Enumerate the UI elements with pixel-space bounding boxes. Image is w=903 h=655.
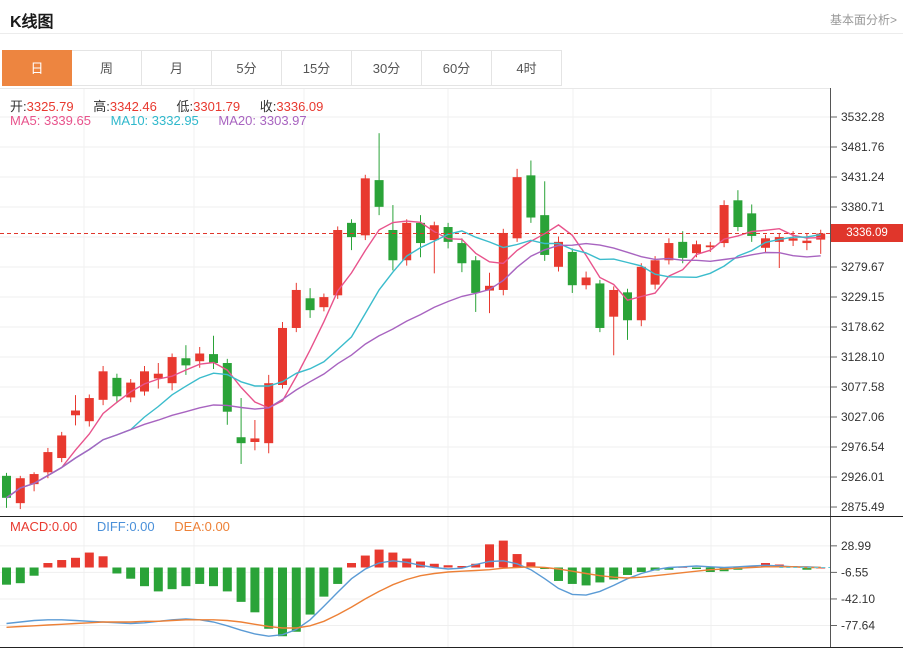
page-title: K线图 <box>10 14 54 31</box>
chart-canvas[interactable]: 3532.28 3481.76 3431.24 3380.71 3279.67 3229.… <box>0 88 903 650</box>
svg-text:3481.76: 3481.76 <box>841 140 885 154</box>
svg-text:-6.55: -6.55 <box>841 565 869 579</box>
tab-30min[interactable]: 30分 <box>352 50 422 86</box>
svg-text:3077.58: 3077.58 <box>841 380 885 394</box>
svg-text:3431.24: 3431.24 <box>841 170 885 184</box>
tab-day[interactable]: 日 <box>2 50 72 86</box>
svg-text:2976.54: 2976.54 <box>841 440 885 454</box>
current-price-tag: 3336.09 <box>831 224 903 242</box>
svg-text:3380.71: 3380.71 <box>841 200 885 214</box>
period-tabs: 日 周 月 5分 15分 30分 60分 4时 <box>2 50 562 86</box>
svg-text:3027.06: 3027.06 <box>841 410 885 424</box>
tab-week[interactable]: 周 <box>72 50 142 86</box>
svg-text:3128.10: 3128.10 <box>841 350 885 364</box>
tab-5min[interactable]: 5分 <box>212 50 282 86</box>
fundamental-analysis-link[interactable]: 基本面分析> <box>830 11 897 28</box>
kline-page: { "header": { "title": "K线图", "link": "基… <box>0 0 903 650</box>
svg-text:28.99: 28.99 <box>841 539 871 553</box>
svg-text:-77.64: -77.64 <box>841 618 875 632</box>
svg-text:3178.62: 3178.62 <box>841 320 885 334</box>
svg-text:3229.15: 3229.15 <box>841 290 885 304</box>
svg-text:2875.49: 2875.49 <box>841 500 885 514</box>
svg-text:2926.01: 2926.01 <box>841 470 885 484</box>
svg-text:3279.67: 3279.67 <box>841 260 885 274</box>
tab-4hour[interactable]: 4时 <box>492 50 562 86</box>
svg-text:3532.28: 3532.28 <box>841 110 885 124</box>
header-divider <box>0 33 903 34</box>
tab-60min[interactable]: 60分 <box>422 50 492 86</box>
tab-15min[interactable]: 15分 <box>282 50 352 86</box>
tab-month[interactable]: 月 <box>142 50 212 86</box>
svg-text:-42.10: -42.10 <box>841 592 875 606</box>
kline-chart[interactable]: 3532.28 3481.76 3431.24 3380.71 3279.67 3229.… <box>0 88 903 650</box>
